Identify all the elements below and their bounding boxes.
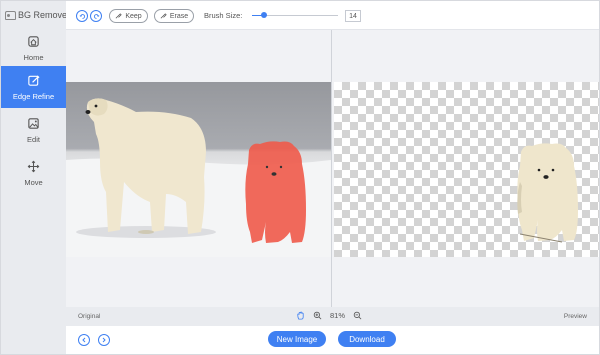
sidebar-item-edit[interactable]: Edit xyxy=(1,109,66,151)
app-title: BG Remover xyxy=(18,10,71,20)
chevron-right-icon xyxy=(102,337,106,343)
canvas-area xyxy=(66,30,599,307)
sidebar-item-label: Edit xyxy=(27,134,40,144)
toolbar: Keep Erase Brush Size: 14 xyxy=(66,1,599,30)
brush-size-slider[interactable] xyxy=(252,12,338,18)
original-image[interactable] xyxy=(66,82,331,257)
canvas-divider[interactable] xyxy=(331,30,332,307)
erase-brush-icon xyxy=(160,12,167,19)
erase-brush-button[interactable]: Erase xyxy=(154,9,194,23)
bottom-bar: New Image Download xyxy=(66,326,599,354)
keep-label: Keep xyxy=(125,12,142,20)
zoom-in-icon[interactable] xyxy=(313,311,322,320)
sidebar-item-label: Home xyxy=(23,52,44,62)
sidebar-item-label: Move xyxy=(24,177,43,187)
zoom-value: 81% xyxy=(330,311,346,320)
erase-label: Erase xyxy=(169,12,189,20)
next-button[interactable] xyxy=(98,334,110,346)
brush-size-label: Brush Size: xyxy=(204,11,243,20)
status-bar: Original 81% Preview xyxy=(66,307,599,326)
move-icon xyxy=(27,160,40,172)
edit-image-icon xyxy=(28,117,39,129)
home-icon xyxy=(28,35,39,47)
keep-brush-icon xyxy=(115,12,122,19)
app-window: BG Remover Home Edge Refine Edit Move Ke xyxy=(0,0,600,355)
chevron-left-icon xyxy=(82,337,86,343)
sidebar-item-label: Edge Refine xyxy=(12,91,55,101)
sidebar: BG Remover Home Edge Refine Edit Move xyxy=(1,1,70,354)
undo-button[interactable] xyxy=(76,10,88,22)
zoom-controls: 81% xyxy=(296,311,362,320)
cutout-bear-preview xyxy=(517,143,578,243)
redo-icon xyxy=(93,13,99,19)
polar-bears-photo xyxy=(66,98,331,257)
undo-icon xyxy=(79,13,85,19)
original-label: Original xyxy=(78,313,101,320)
previous-button[interactable] xyxy=(78,334,90,346)
sidebar-item-home[interactable]: Home xyxy=(1,27,66,69)
redo-button[interactable] xyxy=(90,10,102,22)
app-brand: BG Remover xyxy=(5,10,70,20)
sidebar-item-edge-refine[interactable]: Edge Refine xyxy=(1,66,66,108)
new-image-button[interactable]: New Image xyxy=(268,331,326,347)
app-logo-icon xyxy=(5,10,16,20)
zoom-out-icon[interactable] xyxy=(353,311,362,320)
brush-size-value[interactable]: 14 xyxy=(345,10,361,22)
brush-size-slider-thumb[interactable] xyxy=(261,12,267,18)
keep-brush-button[interactable]: Keep xyxy=(109,9,148,23)
sidebar-item-move[interactable]: Move xyxy=(1,152,66,194)
download-button[interactable]: Download xyxy=(338,331,396,347)
hand-pan-icon[interactable] xyxy=(296,311,305,320)
edge-refine-icon xyxy=(28,74,40,86)
preview-image xyxy=(334,82,599,257)
preview-label: Preview xyxy=(563,313,587,320)
